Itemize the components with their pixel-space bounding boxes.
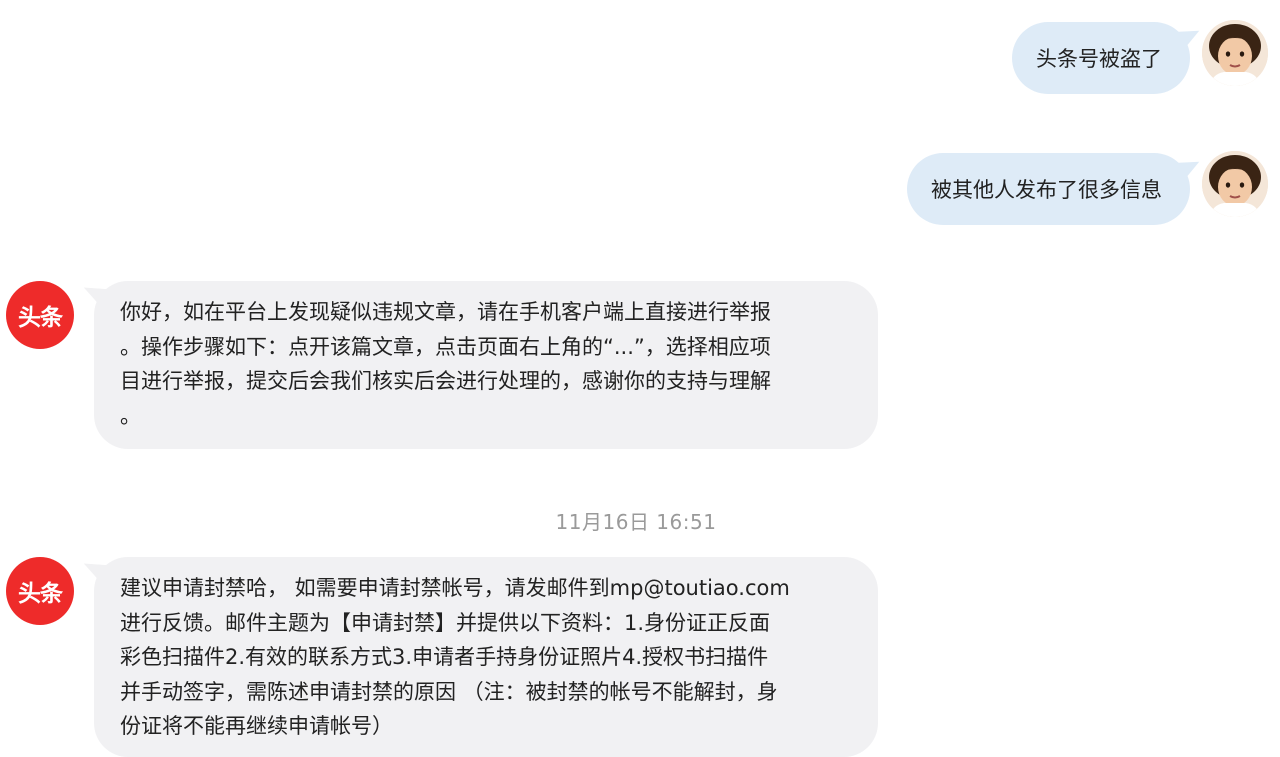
message-text: 头条号被盗了 (1036, 47, 1162, 71)
message-line: 。 (120, 403, 141, 428)
outgoing-message: 头条号被盗了 (1012, 20, 1268, 94)
message-line: 你好，如在平台上发现疑似违规文章，请在手机客户端上直接进行举报 (120, 300, 771, 324)
chat-thread: 头条号被盗了 被其他人发布了很多信息 头条 你好，如在平台上发现疑似违规文章，请… (0, 0, 1280, 757)
message-line: 建议申请封禁哈， 如需要申请封禁帐号，请发邮件到mp@toutiao.com (120, 576, 790, 600)
incoming-message: 头条 建议申请封禁哈， 如需要申请封禁帐号，请发邮件到mp@toutiao.co… (6, 557, 878, 757)
message-bubble[interactable]: 你好，如在平台上发现疑似违规文章，请在手机客户端上直接进行举报 。操作步骤如下：… (94, 281, 878, 449)
message-line: 进行反馈。邮件主题为【申请封禁】并提供以下资料：1.身份证正反面 (120, 610, 771, 635)
message-bubble[interactable]: 被其他人发布了很多信息 (907, 153, 1190, 225)
child-portrait-icon (1202, 20, 1268, 86)
toutiao-logo-icon[interactable]: 头条 (6, 557, 74, 625)
child-portrait-icon (1202, 151, 1268, 217)
message-line: 并手动签字，需陈述申请封禁的原因 （注：被封禁的帐号不能解封，身 (120, 679, 778, 704)
message-timestamp: 11月16日 16:51 (555, 510, 717, 534)
message-bubble[interactable]: 建议申请封禁哈， 如需要申请封禁帐号，请发邮件到mp@toutiao.com 进… (94, 557, 878, 757)
user-avatar[interactable] (1202, 151, 1268, 217)
message-line: 。操作步骤如下：点开该篇文章，点击页面右上角的“...”，选择相应项 (120, 334, 771, 359)
message-bubble[interactable]: 头条号被盗了 (1012, 22, 1190, 94)
message-line: 彩色扫描件2.有效的联系方式3.申请者手持身份证照片4.授权书扫描件 (120, 645, 769, 669)
message-line: 份证将不能再继续申请帐号） (120, 714, 393, 738)
incoming-message: 头条 你好，如在平台上发现疑似违规文章，请在手机客户端上直接进行举报 。操作步骤… (6, 281, 878, 449)
toutiao-logo-icon[interactable]: 头条 (6, 281, 74, 349)
message-text: 被其他人发布了很多信息 (931, 178, 1162, 202)
message-line: 目进行举报，提交后会我们核实后会进行处理的，感谢你的支持与理解 (120, 369, 771, 393)
outgoing-message: 被其他人发布了很多信息 (907, 151, 1268, 225)
user-avatar[interactable] (1202, 20, 1268, 86)
